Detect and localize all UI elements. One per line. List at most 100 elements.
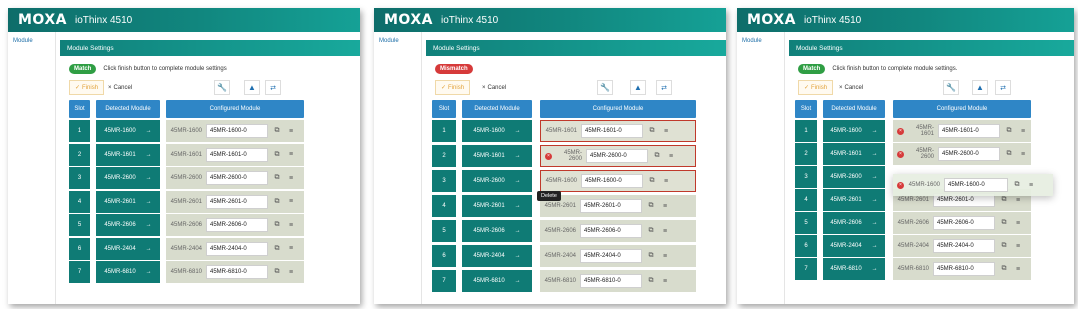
finish-button[interactable]: ✓ Finish — [798, 80, 834, 95]
arrow-right-icon[interactable]: → — [146, 152, 152, 158]
copy-icon[interactable]: ⧉ — [646, 277, 656, 285]
detected-module-cell[interactable]: 45MR-2404 → — [823, 235, 885, 257]
arrow-right-icon[interactable]: → — [146, 175, 152, 181]
finish-button[interactable]: ✓ Finish — [69, 80, 105, 95]
detected-module-cell[interactable]: 45MR-2601 → — [462, 195, 532, 217]
copy-icon[interactable]: ⧉ — [646, 202, 656, 210]
copy-icon[interactable]: ⧉ — [272, 245, 282, 253]
detected-module-cell[interactable]: 45MR-6810 → — [462, 270, 532, 292]
menu-icon[interactable]: ≡ — [1018, 151, 1028, 158]
configured-module-name-input[interactable]: 45MR-2404-0 — [933, 239, 995, 253]
copy-icon[interactable]: ⧉ — [999, 265, 1009, 273]
configured-module-name-input[interactable]: 45MR-1601-0 — [581, 124, 643, 138]
configured-module-name-input[interactable]: 45MR-2606-0 — [580, 224, 642, 238]
configured-module-name-input[interactable]: 45MR-2601-0 — [206, 194, 268, 209]
compare-icon-button[interactable]: ⇄ — [265, 80, 281, 95]
menu-icon[interactable]: ≡ — [286, 175, 296, 182]
menu-icon[interactable]: ≡ — [666, 153, 676, 160]
configured-module-name-input[interactable]: 45MR-2404-0 — [580, 249, 642, 263]
copy-icon[interactable]: ⧉ — [647, 177, 657, 185]
detected-module-cell[interactable]: 45MR-6810 → — [823, 258, 885, 280]
arrow-right-icon[interactable]: → — [146, 269, 152, 275]
menu-icon[interactable]: ≡ — [286, 222, 296, 229]
detected-module-cell[interactable]: 45MR-2601 → — [823, 189, 885, 211]
wrench-icon-button[interactable]: 🔧 — [943, 80, 959, 95]
arrow-right-icon[interactable]: → — [515, 203, 521, 209]
menu-icon[interactable]: ≡ — [660, 253, 670, 260]
detected-module-cell[interactable]: 45MR-1600 → — [96, 120, 160, 142]
detected-module-cell[interactable]: 45MR-2600 → — [96, 167, 160, 189]
detected-module-cell[interactable]: 45MR-2404 → — [96, 237, 160, 260]
menu-icon[interactable]: ≡ — [286, 245, 296, 252]
configured-module-name-input[interactable]: 45MR-6810-0 — [206, 265, 268, 279]
copy-icon[interactable]: ⧉ — [646, 227, 656, 235]
detected-module-cell[interactable]: 45MR-2606 → — [96, 214, 160, 236]
menu-icon[interactable]: ≡ — [660, 228, 670, 235]
menu-icon[interactable]: ≡ — [1013, 197, 1023, 204]
menu-icon[interactable]: ≡ — [660, 203, 670, 210]
arrow-right-icon[interactable]: → — [872, 243, 878, 249]
copy-icon[interactable]: ⧉ — [647, 127, 657, 135]
menu-icon[interactable]: ≡ — [1013, 243, 1023, 250]
sidebar-item-module[interactable]: Module — [8, 32, 55, 44]
arrow-right-icon[interactable]: → — [872, 174, 878, 180]
copy-icon[interactable]: ⧉ — [272, 198, 282, 206]
menu-icon[interactable]: ≡ — [1018, 128, 1028, 135]
detected-module-cell[interactable]: 45MR-2404 → — [462, 245, 532, 267]
menu-icon[interactable]: ≡ — [1013, 220, 1023, 227]
cancel-button[interactable]: × Cancel — [839, 80, 863, 95]
copy-icon[interactable]: ⧉ — [272, 174, 282, 182]
menu-icon[interactable]: ≡ — [661, 178, 671, 185]
arrow-right-icon[interactable]: → — [872, 197, 878, 203]
menu-icon[interactable]: ≡ — [1013, 266, 1023, 273]
detected-module-cell[interactable]: 45MR-2606 → — [823, 212, 885, 234]
error-icon[interactable]: × — [545, 152, 552, 160]
arrow-right-icon[interactable]: → — [146, 246, 152, 252]
copy-icon[interactable]: ⧉ — [999, 219, 1009, 227]
arrow-right-icon[interactable]: → — [515, 153, 521, 159]
configured-module-name-input[interactable]: 45MR-2600-0 — [938, 147, 1000, 161]
arrow-right-icon[interactable]: → — [146, 222, 152, 228]
arrow-right-icon[interactable]: → — [872, 128, 878, 134]
arrow-right-icon[interactable]: → — [515, 128, 521, 134]
finish-button[interactable]: ✓ Finish — [435, 80, 471, 95]
copy-icon[interactable]: ⧉ — [272, 221, 282, 229]
arrow-right-icon[interactable]: → — [515, 253, 521, 259]
menu-icon[interactable]: ≡ — [286, 198, 296, 205]
detected-module-cell[interactable]: 45MR-2600 → — [462, 170, 532, 192]
detected-module-cell[interactable]: 45MR-1601 → — [96, 143, 160, 166]
arrow-right-icon[interactable]: → — [146, 128, 152, 134]
configured-module-name-input[interactable]: 45MR-1601-0 — [938, 124, 1000, 138]
configured-module-name-input[interactable]: 45MR-2606-0 — [933, 216, 995, 230]
configured-module-name-input[interactable]: 45MR-2404-0 — [206, 241, 268, 256]
warning-icon-button[interactable]: ▲ — [244, 80, 260, 95]
cancel-button[interactable]: × Cancel — [108, 80, 132, 95]
detected-module-cell[interactable]: 45MR-1601 → — [462, 145, 532, 167]
configured-module-name-input[interactable]: 45MR-6810-0 — [933, 262, 995, 276]
configured-module-name-input[interactable]: 45MR-2600-0 — [586, 149, 648, 163]
detected-module-cell[interactable]: 45MR-1601 → — [823, 143, 885, 165]
menu-icon[interactable]: ≡ — [660, 278, 670, 285]
arrow-right-icon[interactable]: → — [872, 220, 878, 226]
detected-module-cell[interactable]: 45MR-1600 → — [823, 120, 885, 142]
compare-icon-button[interactable]: ⇄ — [995, 80, 1011, 95]
configured-module-name-input[interactable]: 45MR-2600-0 — [206, 171, 268, 185]
detected-module-cell[interactable]: 45MR-6810 → — [96, 261, 160, 283]
copy-icon[interactable]: ⧉ — [652, 152, 662, 160]
arrow-right-icon[interactable]: → — [515, 178, 521, 184]
configured-module-name-input[interactable]: 45MR-1600-0 — [581, 174, 643, 188]
menu-icon[interactable]: ≡ — [286, 269, 296, 276]
configured-module-name-input[interactable]: 45MR-1601-0 — [206, 147, 268, 162]
configured-module-name-input[interactable]: 45MR-2606-0 — [206, 218, 268, 232]
arrow-right-icon[interactable]: → — [872, 266, 878, 272]
copy-icon[interactable]: ⧉ — [999, 196, 1009, 204]
copy-icon[interactable]: ⧉ — [272, 127, 282, 135]
copy-icon[interactable]: ⧉ — [1004, 127, 1014, 135]
error-icon[interactable]: × — [897, 127, 904, 135]
menu-icon[interactable]: ≡ — [661, 128, 671, 135]
copy-icon[interactable]: ⧉ — [1004, 150, 1014, 158]
drag-ghost-row[interactable]: × 45MR-1600 45MR-1600-0 ⧉ ≡ — [893, 174, 1053, 196]
copy-icon[interactable]: ⧉ — [272, 151, 282, 159]
error-icon[interactable]: × — [897, 150, 904, 158]
copy-icon[interactable]: ⧉ — [272, 268, 282, 276]
